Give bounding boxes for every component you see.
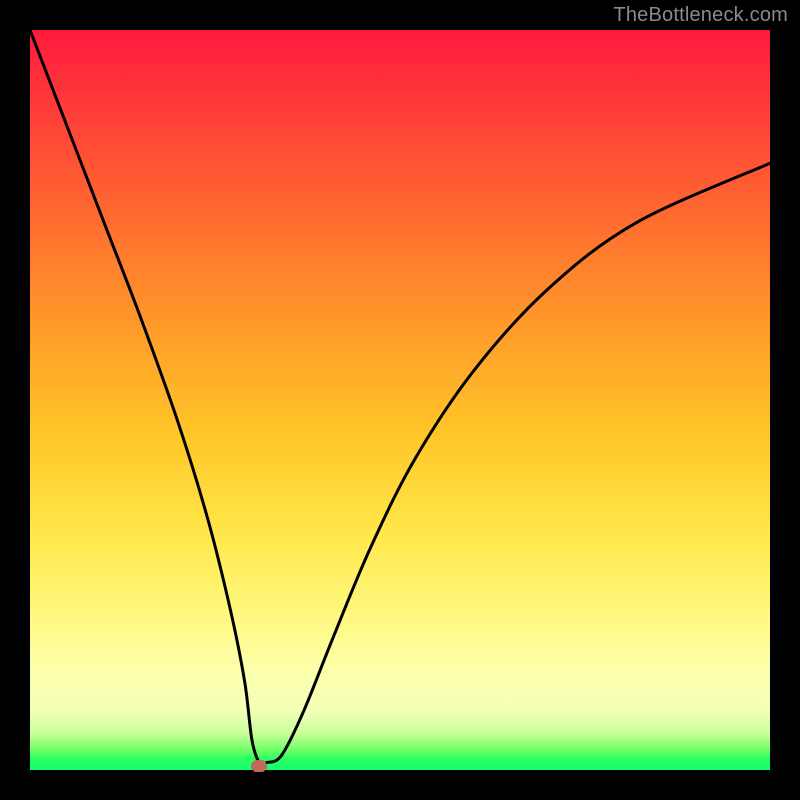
watermark-text: TheBottleneck.com — [613, 4, 788, 27]
chart-frame: TheBottleneck.com — [0, 0, 800, 800]
bottleneck-curve — [30, 30, 770, 770]
optimal-point-marker — [251, 760, 267, 772]
